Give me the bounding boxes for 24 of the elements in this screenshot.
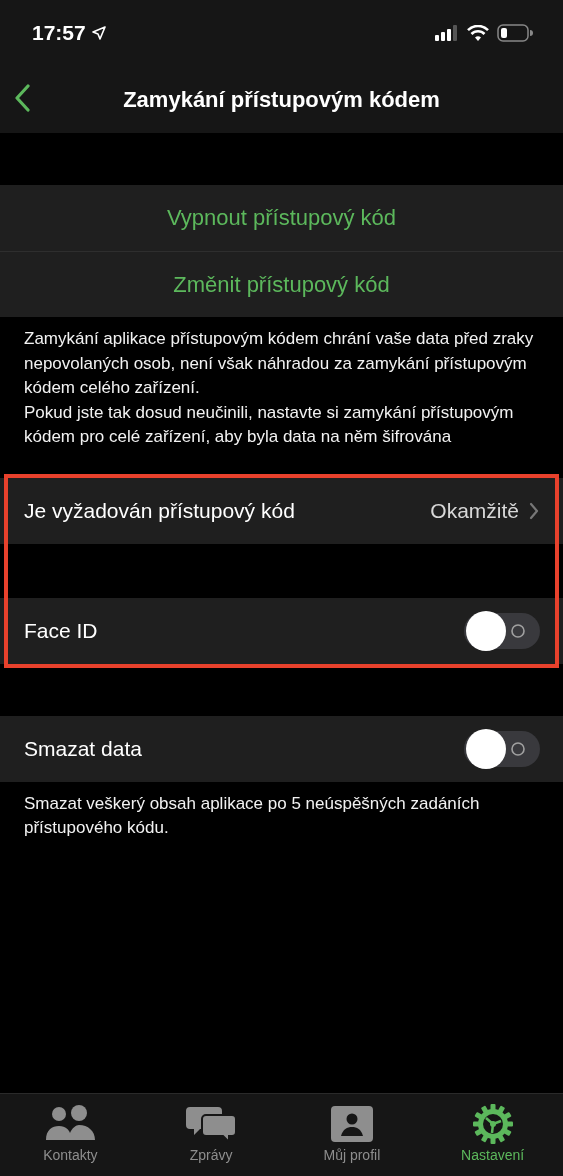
row-label: Smazat data xyxy=(24,736,143,761)
tab-item[interactable]: Kontakty xyxy=(10,1098,131,1176)
location-icon xyxy=(91,26,106,40)
ring-icon xyxy=(510,740,526,757)
screen-title: Zamykání přístupovým kódem xyxy=(123,86,440,113)
tab-item[interactable]: Zprávy xyxy=(151,1098,272,1176)
tab-item[interactable]: Nastavení xyxy=(432,1098,553,1176)
toggle-switch[interactable] xyxy=(464,730,540,767)
row-value: Okamžitě xyxy=(430,498,519,523)
battery-icon xyxy=(497,24,533,42)
action-button[interactable]: Vypnout přístupový kód xyxy=(0,185,563,251)
row-label: Face ID xyxy=(24,618,99,643)
row-label: Je vyžadován přístupový kód xyxy=(24,498,296,523)
settings-row[interactable]: Je vyžadován přístupový kód Okamžitě xyxy=(0,477,563,544)
ring-icon xyxy=(510,622,526,639)
signal-icon xyxy=(435,25,459,41)
section-footer: Smazat veškerý obsah aplikace po 5 neúspěšných zadáních přístupového kódu. xyxy=(0,781,563,841)
chevron-icon xyxy=(529,501,539,520)
tab-item[interactable]: Můj profil xyxy=(291,1098,412,1176)
status-time: 17:57 xyxy=(32,21,106,45)
action-button[interactable]: Změnit přístupový kód xyxy=(0,251,563,317)
wifi-icon xyxy=(467,25,489,41)
toggle-switch[interactable] xyxy=(464,612,540,649)
section-footer: Zamykání aplikace přístupovým kódem chrání vaše data před zraky nepovolaných osob, není však náhradou za zamykání přístupovým kódem celého zařízení. Pokud jste tak dosud neučinili, nastavte si zamykání přístupovým kódem pro celé zařízení, aby byla data na něm šifrována xyxy=(0,317,563,450)
